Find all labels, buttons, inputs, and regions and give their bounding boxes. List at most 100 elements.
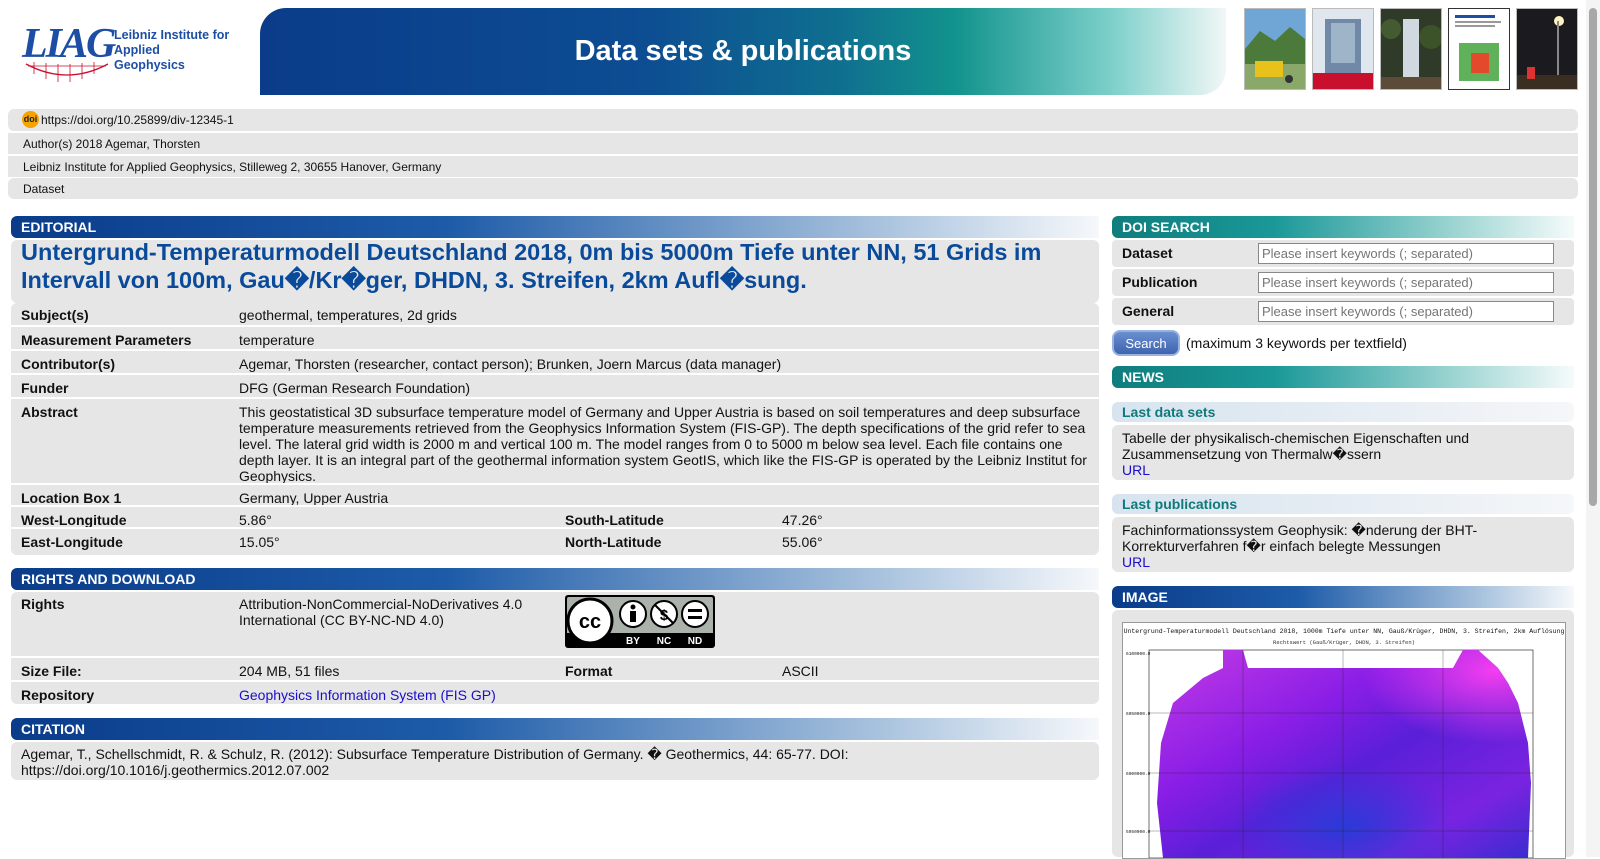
repo-link[interactable]: Geophysics Information System (FIS GP) bbox=[239, 687, 496, 703]
rights-header: RIGHTS AND DOWNLOAD bbox=[11, 568, 1099, 590]
dataset-search-label: Dataset bbox=[1122, 245, 1173, 261]
last-dataset-text: Tabelle der physikalisch-chemischen Eige… bbox=[1122, 430, 1470, 462]
citation-text: Agemar, T., Schellschmidt, R. & Schulz, … bbox=[21, 746, 849, 778]
news-header: NEWS bbox=[1112, 366, 1574, 388]
east-label: East-Longitude bbox=[21, 534, 123, 550]
general-search-label: General bbox=[1122, 303, 1175, 319]
page-title: Data sets & publications bbox=[574, 35, 912, 67]
size-label: Size File: bbox=[21, 663, 82, 679]
logo-arc-icon bbox=[25, 62, 109, 82]
general-search-row: General bbox=[1112, 298, 1574, 325]
west-south-row: West-Longitude 5.86° South-Latitude 47.2… bbox=[11, 505, 1099, 529]
doi-search-header: DOI SEARCH bbox=[1112, 216, 1574, 238]
last-dataset-url-link[interactable]: URL bbox=[1122, 462, 1150, 478]
contrib-value: Agemar, Thorsten (researcher, contact pe… bbox=[239, 356, 782, 372]
doi-logo-icon: doi bbox=[22, 111, 39, 128]
north-value: 55.06° bbox=[782, 534, 823, 550]
last-publication-box: Fachinformationssystem Geophysik: �nderu… bbox=[1112, 517, 1574, 572]
image-header: IMAGE bbox=[1112, 586, 1574, 608]
params-value: temperature bbox=[239, 332, 315, 348]
east-north-row: East-Longitude 15.05° North-Latitude 55.… bbox=[11, 527, 1099, 555]
temperature-map-image[interactable]: Untergrund-Temperaturmodell Deutschland … bbox=[1122, 622, 1566, 859]
east-value: 15.05° bbox=[239, 534, 280, 550]
editorial-table: Subject(s) geothermal, temperatures, 2d … bbox=[11, 303, 1099, 555]
location-row: Location Box 1 Germany, Upper Austria bbox=[11, 483, 1099, 507]
page-scrollbar[interactable] bbox=[1586, 0, 1600, 857]
general-search-input[interactable] bbox=[1258, 301, 1554, 322]
rights-label: Rights bbox=[21, 596, 65, 612]
last-publication-url-link[interactable]: URL bbox=[1122, 554, 1150, 570]
west-label: West-Longitude bbox=[21, 512, 127, 528]
map-ytick-1: 6100000.0 bbox=[1126, 651, 1151, 657]
funder-value: DFG (German Research Foundation) bbox=[239, 380, 471, 396]
map-ytick-4: 5950000.0 bbox=[1126, 829, 1151, 835]
map-ytick-3: 6000000.0 bbox=[1126, 771, 1151, 777]
thumbnail-night-drilling[interactable] bbox=[1516, 8, 1578, 90]
resource-type: Dataset bbox=[23, 182, 65, 196]
thumbnail-deep-geothermal[interactable] bbox=[1312, 8, 1374, 90]
publication-search-label: Publication bbox=[1122, 274, 1198, 290]
map-caption: Untergrund-Temperaturmodell Deutschland … bbox=[1124, 628, 1565, 635]
publication-search-input[interactable] bbox=[1258, 272, 1554, 293]
subjects-value: geothermal, temperatures, 2d grids bbox=[239, 307, 457, 323]
rights-value: Attribution-NonCommercial-NoDerivatives … bbox=[239, 596, 523, 628]
location-label: Location Box 1 bbox=[21, 490, 122, 506]
cc-license-badge[interactable]: cc $ BY NC ND bbox=[565, 595, 715, 648]
north-label: North-Latitude bbox=[565, 534, 662, 550]
institute-strip: Leibniz Institute for Applied Geophysics… bbox=[8, 156, 1578, 177]
repo-row: Repository Geophysics Information System… bbox=[11, 680, 1099, 704]
dataset-title: Untergrund-Temperaturmodell Deutschland … bbox=[21, 239, 1042, 293]
rights-row: Rights Attribution-NonCommercial-NoDeriv… bbox=[11, 592, 1099, 654]
abstract-value: This geostatistical 3D subsurface temper… bbox=[239, 404, 1087, 484]
funder-row: Funder DFG (German Research Foundation) bbox=[11, 373, 1099, 397]
abstract-label: Abstract bbox=[21, 404, 78, 420]
last-datasets-header: Last data sets bbox=[1112, 402, 1574, 422]
size-value: 204 MB, 51 files bbox=[239, 663, 340, 679]
abstract-row: Abstract This geostatistical 3D subsurfa… bbox=[11, 397, 1099, 484]
cc-nc-label: NC bbox=[657, 636, 671, 647]
logo-line-2: Applied Geophysics bbox=[114, 43, 185, 72]
logo-line-1: Leibniz Institute for bbox=[114, 28, 230, 42]
type-strip: Dataset bbox=[8, 178, 1578, 199]
thumbnail-report-cover[interactable] bbox=[1448, 8, 1510, 90]
format-value: ASCII bbox=[782, 663, 819, 679]
authors-strip: Author(s) 2018 Agemar, Thorsten bbox=[8, 133, 1578, 154]
scrollbar-thumb[interactable] bbox=[1589, 8, 1597, 506]
authors-text: Author(s) 2018 Agemar, Thorsten bbox=[23, 137, 201, 151]
south-label: South-Latitude bbox=[565, 512, 664, 528]
map-ytick-2: 6050000.0 bbox=[1126, 711, 1151, 717]
last-dataset-box: Tabelle der physikalisch-chemischen Eige… bbox=[1112, 425, 1574, 480]
doi-strip: doi https://doi.org/10.25899/div-12345-1 bbox=[8, 109, 1578, 131]
contrib-row: Contributor(s) Agemar, Thorsten (researc… bbox=[11, 349, 1099, 373]
last-publication-text: Fachinformationssystem Geophysik: �nderu… bbox=[1122, 522, 1478, 554]
search-note: (maximum 3 keywords per textfield) bbox=[1186, 335, 1407, 351]
cc-nd-label: ND bbox=[688, 636, 702, 647]
params-row: Measurement Parameters temperature bbox=[11, 325, 1099, 349]
page-banner: Data sets & publications bbox=[260, 8, 1226, 95]
doi-link[interactable]: https://doi.org/10.25899/div-12345-1 bbox=[41, 113, 234, 127]
liag-logo[interactable]: LIAG Leibniz Institute for Applied Geoph… bbox=[22, 23, 232, 82]
editorial-header: EDITORIAL bbox=[11, 216, 1099, 238]
publication-search-row: Publication bbox=[1112, 269, 1574, 296]
funder-label: Funder bbox=[21, 380, 69, 396]
svg-text:cc: cc bbox=[579, 611, 601, 633]
location-value: Germany, Upper Austria bbox=[239, 490, 389, 506]
citation-header: CITATION bbox=[11, 718, 1099, 740]
south-value: 47.26° bbox=[782, 512, 823, 528]
size-row: Size File: 204 MB, 51 files Format ASCII bbox=[11, 656, 1099, 680]
institute-text: Leibniz Institute for Applied Geophysics… bbox=[23, 160, 442, 174]
thumbnail-waterfall[interactable] bbox=[1380, 8, 1442, 90]
thumbnail-field-truck[interactable] bbox=[1244, 8, 1306, 90]
rights-table: Rights Attribution-NonCommercial-NoDeriv… bbox=[11, 592, 1099, 704]
last-publications-header: Last publications bbox=[1112, 494, 1574, 514]
map-subcaption: Rechtswert (Gauß/Krüger, DHDN, 3. Streif… bbox=[1273, 639, 1415, 646]
subjects-label: Subject(s) bbox=[21, 307, 89, 323]
search-button[interactable]: Search bbox=[1112, 330, 1180, 356]
format-label: Format bbox=[565, 663, 613, 679]
dataset-search-input[interactable] bbox=[1258, 243, 1554, 264]
west-value: 5.86° bbox=[239, 512, 272, 528]
contrib-label: Contributor(s) bbox=[21, 356, 116, 372]
citation-box: Agemar, T., Schellschmidt, R. & Schulz, … bbox=[11, 742, 1099, 780]
subjects-row: Subject(s) geothermal, temperatures, 2d … bbox=[11, 303, 1099, 325]
repo-label: Repository bbox=[21, 687, 95, 703]
